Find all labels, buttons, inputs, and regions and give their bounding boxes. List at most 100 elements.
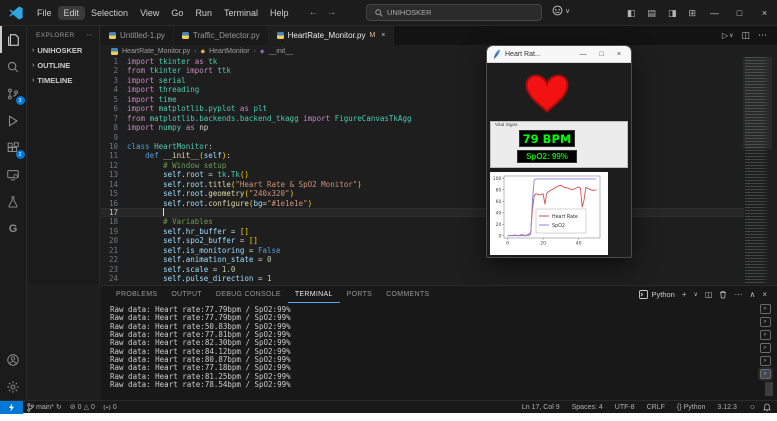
tab-comments[interactable]: COMMENTS bbox=[379, 286, 436, 303]
cursor-position[interactable]: Ln 17, Col 9 bbox=[517, 404, 565, 411]
explorer-activity-button[interactable] bbox=[0, 26, 27, 53]
tab-close-icon[interactable]: × bbox=[381, 32, 385, 39]
tab-untitled-1[interactable]: Untitled-1.py bbox=[101, 26, 174, 45]
code-line[interactable]: 3import serial bbox=[101, 76, 744, 85]
split-terminal-icon[interactable]: ◫ bbox=[705, 290, 713, 299]
feedback-smiley-icon[interactable]: ☺ bbox=[744, 404, 761, 411]
menu-edit[interactable]: Edit bbox=[58, 6, 86, 20]
testing-activity-button[interactable] bbox=[0, 188, 27, 215]
maximize-panel-icon[interactable]: ∧ bbox=[749, 290, 755, 299]
terminal-instance-icon[interactable]: > bbox=[760, 369, 771, 379]
copilot-menu[interactable]: ∨ bbox=[552, 5, 570, 16]
maximize-button[interactable]: □ bbox=[727, 0, 752, 26]
encoding-indicator[interactable]: UTF-8 bbox=[610, 404, 640, 411]
terminal-instance-icon[interactable]: > bbox=[760, 317, 771, 327]
minimize-button[interactable]: — bbox=[702, 0, 727, 26]
menu-help[interactable]: Help bbox=[264, 6, 295, 20]
problems-indicator[interactable]: ⊘ 0 △ 0 bbox=[66, 403, 99, 411]
heart-monitor-app-window[interactable]: Heart Rat... — □ × Vital Signs 79 BPM Sp… bbox=[486, 45, 632, 258]
more-actions-icon[interactable]: ⋯ bbox=[758, 30, 767, 41]
app-minimize-button[interactable]: — bbox=[580, 51, 587, 58]
code-line[interactable]: 22 self.animation_state = 0 bbox=[101, 255, 744, 264]
menu-view[interactable]: View bbox=[134, 6, 165, 20]
indentation-indicator[interactable]: Spaces: 4 bbox=[567, 404, 608, 411]
terminal-output[interactable]: Raw data: Heart rate:77.79bpm / SpO2:99%… bbox=[110, 306, 291, 389]
search-activity-button[interactable] bbox=[0, 53, 27, 80]
code-line[interactable]: 12 # Window setup bbox=[101, 161, 744, 170]
close-button[interactable]: × bbox=[752, 0, 777, 26]
sidebar-item-timeline[interactable]: › TIMELINE bbox=[28, 73, 99, 88]
remote-indicator[interactable] bbox=[0, 401, 23, 414]
menu-selection[interactable]: Selection bbox=[85, 6, 134, 20]
split-editor-icon[interactable]: ◫ bbox=[741, 30, 750, 41]
code-line[interactable]: 20 self.spo2_buffer = [] bbox=[101, 236, 744, 245]
terminal-scrollbar[interactable] bbox=[765, 382, 773, 396]
app-close-button[interactable]: × bbox=[617, 51, 621, 58]
gitlens-activity-button[interactable]: G bbox=[0, 215, 27, 242]
code-line[interactable]: 6import matplotlib.pyplot as plt bbox=[101, 104, 744, 113]
menu-run[interactable]: Run bbox=[189, 6, 218, 20]
tab-heartrate-monitor[interactable]: HeartRate_Monitor.py M × bbox=[269, 26, 395, 45]
toggle-sidebar-icon[interactable]: ◧ bbox=[621, 8, 642, 19]
menu-go[interactable]: Go bbox=[165, 6, 189, 20]
code-line[interactable]: 8import numpy as np bbox=[101, 123, 744, 132]
tab-problems[interactable]: PROBLEMS bbox=[109, 286, 164, 303]
code-line[interactable]: 18 # Variables bbox=[101, 217, 744, 226]
code-line[interactable]: 7from matplotlib.backends.backend_tkagg … bbox=[101, 114, 744, 123]
code-line[interactable]: 23 self.scale = 1.0 bbox=[101, 265, 744, 274]
tab-debug-console[interactable]: DEBUG CONSOLE bbox=[209, 286, 288, 303]
settings-button[interactable] bbox=[0, 373, 27, 400]
accounts-button[interactable] bbox=[0, 346, 27, 373]
code-line[interactable]: 21 self.is_monitoring = False bbox=[101, 246, 744, 255]
terminal-instance-icon[interactable]: > bbox=[760, 304, 771, 314]
sidebar-item-outline[interactable]: › OUTLINE bbox=[28, 58, 99, 73]
terminal-instance-icon[interactable]: > bbox=[760, 330, 771, 340]
code-line[interactable]: 14 self.root.title("Heart Rate & SpO2 Mo… bbox=[101, 180, 744, 189]
code-line[interactable]: 24 self.pulse_direction = 1 bbox=[101, 274, 744, 283]
tab-terminal[interactable]: TERMINAL bbox=[288, 286, 340, 303]
code-line[interactable]: 2from tkinter import ttk bbox=[101, 66, 744, 75]
app-title-bar[interactable]: Heart Rat... — □ × bbox=[487, 46, 631, 63]
search-box[interactable]: UNIHOSKER bbox=[366, 4, 542, 21]
tab-traffic-detector[interactable]: Traffic_Detector.py bbox=[174, 26, 269, 45]
notifications-bell-icon[interactable] bbox=[763, 403, 771, 412]
remote-explorer-activity-button[interactable] bbox=[0, 161, 27, 188]
eol-indicator[interactable]: CRLF bbox=[642, 404, 670, 411]
code-line[interactable]: 19 self.hr_buffer = [] bbox=[101, 227, 744, 236]
minimap[interactable] bbox=[745, 57, 770, 285]
terminal-instance-icon[interactable]: > bbox=[760, 343, 771, 353]
app-maximize-button[interactable]: □ bbox=[600, 51, 604, 58]
code-line[interactable]: 5import time bbox=[101, 95, 744, 104]
menu-file[interactable]: File bbox=[31, 6, 58, 20]
run-debug-activity-button[interactable] bbox=[0, 107, 27, 134]
git-branch-indicator[interactable]: main* ↻ bbox=[23, 403, 66, 412]
run-python-file-button[interactable]: ▷ ∨ bbox=[722, 31, 734, 40]
code-line[interactable]: 17 bbox=[101, 208, 744, 217]
close-panel-icon[interactable]: × bbox=[762, 290, 767, 299]
code-line[interactable]: 9 bbox=[101, 133, 744, 142]
code-line[interactable]: 10class HeartMonitor: bbox=[101, 142, 744, 151]
code-line[interactable]: 15 self.root.geometry("240x320") bbox=[101, 189, 744, 198]
back-icon[interactable]: ← bbox=[308, 7, 318, 18]
terminal-instance-icon[interactable]: > bbox=[760, 356, 771, 366]
code-line[interactable]: 4import threading bbox=[101, 85, 744, 94]
explorer-more-icon[interactable]: ⋯ bbox=[86, 31, 93, 39]
customize-layout-icon[interactable]: ⊞ bbox=[682, 8, 702, 19]
code-editor[interactable]: 1import tkinter as tk2from tkinter impor… bbox=[101, 57, 744, 285]
ports-indicator[interactable]: 0 bbox=[99, 403, 121, 411]
extensions-activity-button[interactable]: 2 bbox=[0, 134, 27, 161]
shell-selector[interactable]: Python bbox=[639, 290, 674, 299]
code-line[interactable]: 1import tkinter as tk bbox=[101, 57, 744, 66]
breadcrumb[interactable]: HeartRate_Monitor.py › ◆ HeartMonitor › … bbox=[101, 45, 777, 57]
panel-more-icon[interactable]: ⋯ bbox=[734, 290, 742, 299]
menu-terminal[interactable]: Terminal bbox=[218, 6, 264, 20]
tab-output[interactable]: OUTPUT bbox=[164, 286, 209, 303]
code-line[interactable]: 11 def __init__(self): bbox=[101, 151, 744, 160]
forward-icon[interactable]: → bbox=[326, 7, 336, 18]
python-version[interactable]: 3.12.3 bbox=[712, 404, 741, 411]
new-terminal-icon[interactable]: + bbox=[682, 290, 687, 299]
code-line[interactable]: 13 self.root = tk.Tk() bbox=[101, 170, 744, 179]
code-line[interactable]: 16 self.root.configure(bg="#1e1e1e") bbox=[101, 199, 744, 208]
terminal-dropdown-icon[interactable]: ∨ bbox=[694, 291, 698, 298]
language-mode[interactable]: {} Python bbox=[672, 404, 710, 411]
